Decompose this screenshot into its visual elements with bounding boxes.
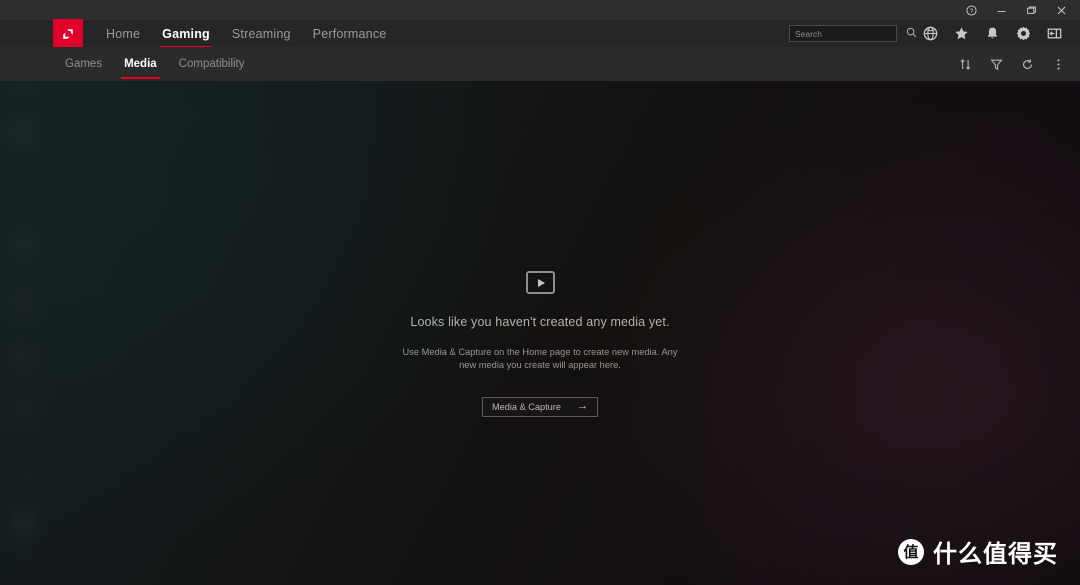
search-box[interactable] <box>789 25 917 42</box>
tab-compatibility[interactable]: Compatibility <box>168 47 256 81</box>
restore-button[interactable] <box>1016 0 1046 20</box>
main-nav-right-controls <box>789 20 1080 47</box>
minimize-button[interactable] <box>986 0 1016 20</box>
media-content-area: Looks like you haven't created any media… <box>0 81 1080 585</box>
watermark-text: 什么值得买 <box>933 540 1058 568</box>
media-play-icon <box>525 271 555 294</box>
main-nav-items: Home Gaming Streaming Performance <box>95 20 398 48</box>
star-icon[interactable] <box>946 20 977 47</box>
main-navigation-bar: Home Gaming Streaming Performance <box>0 18 1080 49</box>
filter-icon[interactable] <box>981 47 1012 81</box>
watermark-logo: 值 <box>898 538 924 565</box>
close-button[interactable] <box>1046 0 1076 20</box>
title-bar: ? <box>0 0 1080 20</box>
arrow-right-icon: → <box>576 400 588 413</box>
media-and-capture-label: Media & Capture <box>492 401 561 412</box>
help-button[interactable]: ? <box>956 0 986 20</box>
empty-state: Looks like you haven't created any media… <box>0 81 1080 417</box>
globe-icon[interactable] <box>915 20 946 47</box>
sub-nav-items: Games Media Compatibility <box>54 47 256 81</box>
bell-icon[interactable] <box>977 20 1008 47</box>
more-options-icon[interactable] <box>1043 47 1074 81</box>
panel-icon[interactable] <box>1039 20 1070 47</box>
svg-text:?: ? <box>969 8 973 15</box>
gear-icon[interactable] <box>1008 20 1039 47</box>
nav-item-home[interactable]: Home <box>95 20 151 47</box>
watermark: 值 什么值得买 <box>898 534 1058 569</box>
empty-state-headline: Looks like you haven't created any media… <box>410 315 670 329</box>
sub-navigation-bar: Games Media Compatibility <box>0 47 1080 81</box>
nav-item-streaming[interactable]: Streaming <box>221 20 302 47</box>
search-input[interactable] <box>795 28 906 39</box>
sub-nav-actions <box>950 47 1080 81</box>
tab-media[interactable]: Media <box>113 47 168 81</box>
amd-logo[interactable] <box>53 18 83 49</box>
media-and-capture-button[interactable]: Media & Capture → <box>482 396 598 417</box>
tab-games[interactable]: Games <box>54 47 113 81</box>
sort-icon[interactable] <box>950 47 981 81</box>
nav-item-performance[interactable]: Performance <box>302 20 398 47</box>
refresh-icon[interactable] <box>1012 47 1043 81</box>
amd-software-window: ? Home Gaming Streaming Performance Sear… <box>0 0 1080 585</box>
empty-state-description: Use Media & Capture on the Home page to … <box>402 347 678 371</box>
nav-item-gaming[interactable]: Gaming <box>151 20 221 48</box>
